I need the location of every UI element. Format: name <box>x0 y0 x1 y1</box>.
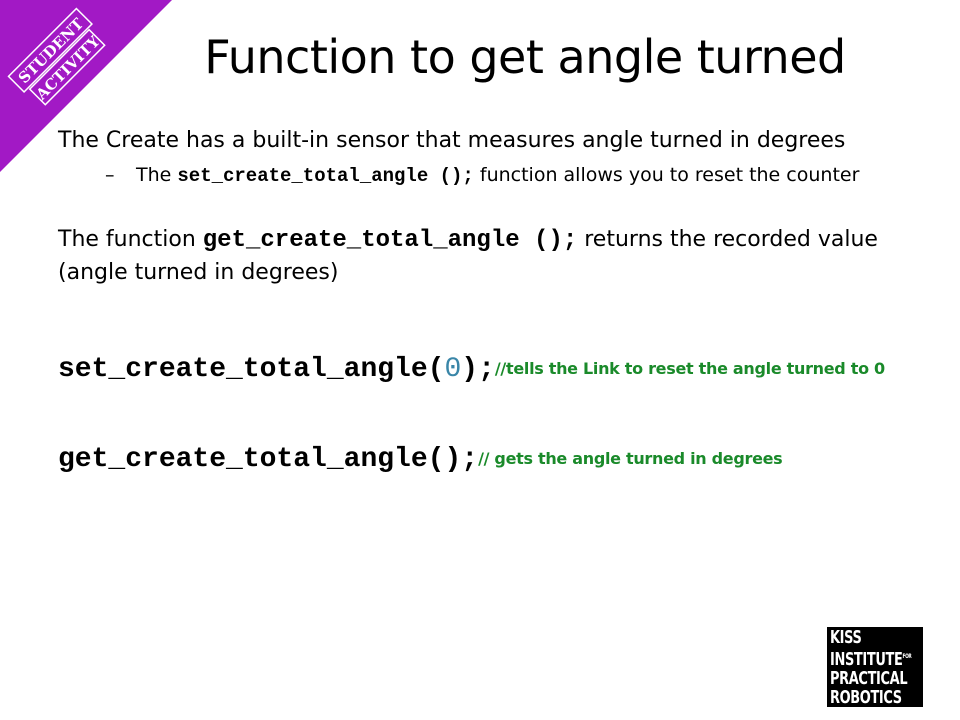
bullet-sensor-text: The Create has a built-in sensor that me… <box>58 128 846 153</box>
logo-line2-sup: FOR <box>902 653 912 660</box>
logo-line2: INSTITUTE <box>830 649 903 670</box>
code-get-text: get_create_total_angle(); <box>58 444 479 475</box>
code-line-get: get_create_total_angle();// gets the ang… <box>58 444 783 475</box>
code-line-set: set_create_total_angle(0);//tells the Li… <box>58 354 885 385</box>
sub-bullet-reset: – The set_create_total_angle (); functio… <box>105 162 925 190</box>
logo-line4: ROBOTICS <box>830 687 902 708</box>
kiss-institute-logo: KISS INSTITUTEFOR PRACTICAL ROBOTICS <box>827 627 923 707</box>
bullet-get-pre: The function <box>58 227 203 252</box>
logo-line1: KISS <box>830 627 862 648</box>
sub-bullet-pre: The <box>136 164 178 186</box>
code-set-number: 0 <box>444 354 462 385</box>
sub-bullet-code: set_create_total_angle (); <box>177 165 474 187</box>
sub-bullet-post: function allows you to reset the counter <box>473 164 860 186</box>
code-get-comment: // gets the angle turned in degrees <box>478 449 783 468</box>
logo-line2-wrap: INSTITUTEFOR <box>830 647 912 669</box>
bullet-get-code: get_create_total_angle (); <box>202 227 578 254</box>
slide-title: Function to get angle turned <box>204 30 846 84</box>
code-set-comment: //tells the Link to reset the angle turn… <box>494 359 885 378</box>
bullet-sensor: The Create has a built-in sensor that me… <box>58 125 845 157</box>
code-set-pre: set_create_total_angle( <box>58 354 445 385</box>
code-set-post: ); <box>461 354 495 385</box>
logo-line3: PRACTICAL <box>830 668 908 689</box>
sub-bullet-dash: – <box>105 164 115 186</box>
bullet-get-function: The function get_create_total_angle (); … <box>58 224 938 289</box>
